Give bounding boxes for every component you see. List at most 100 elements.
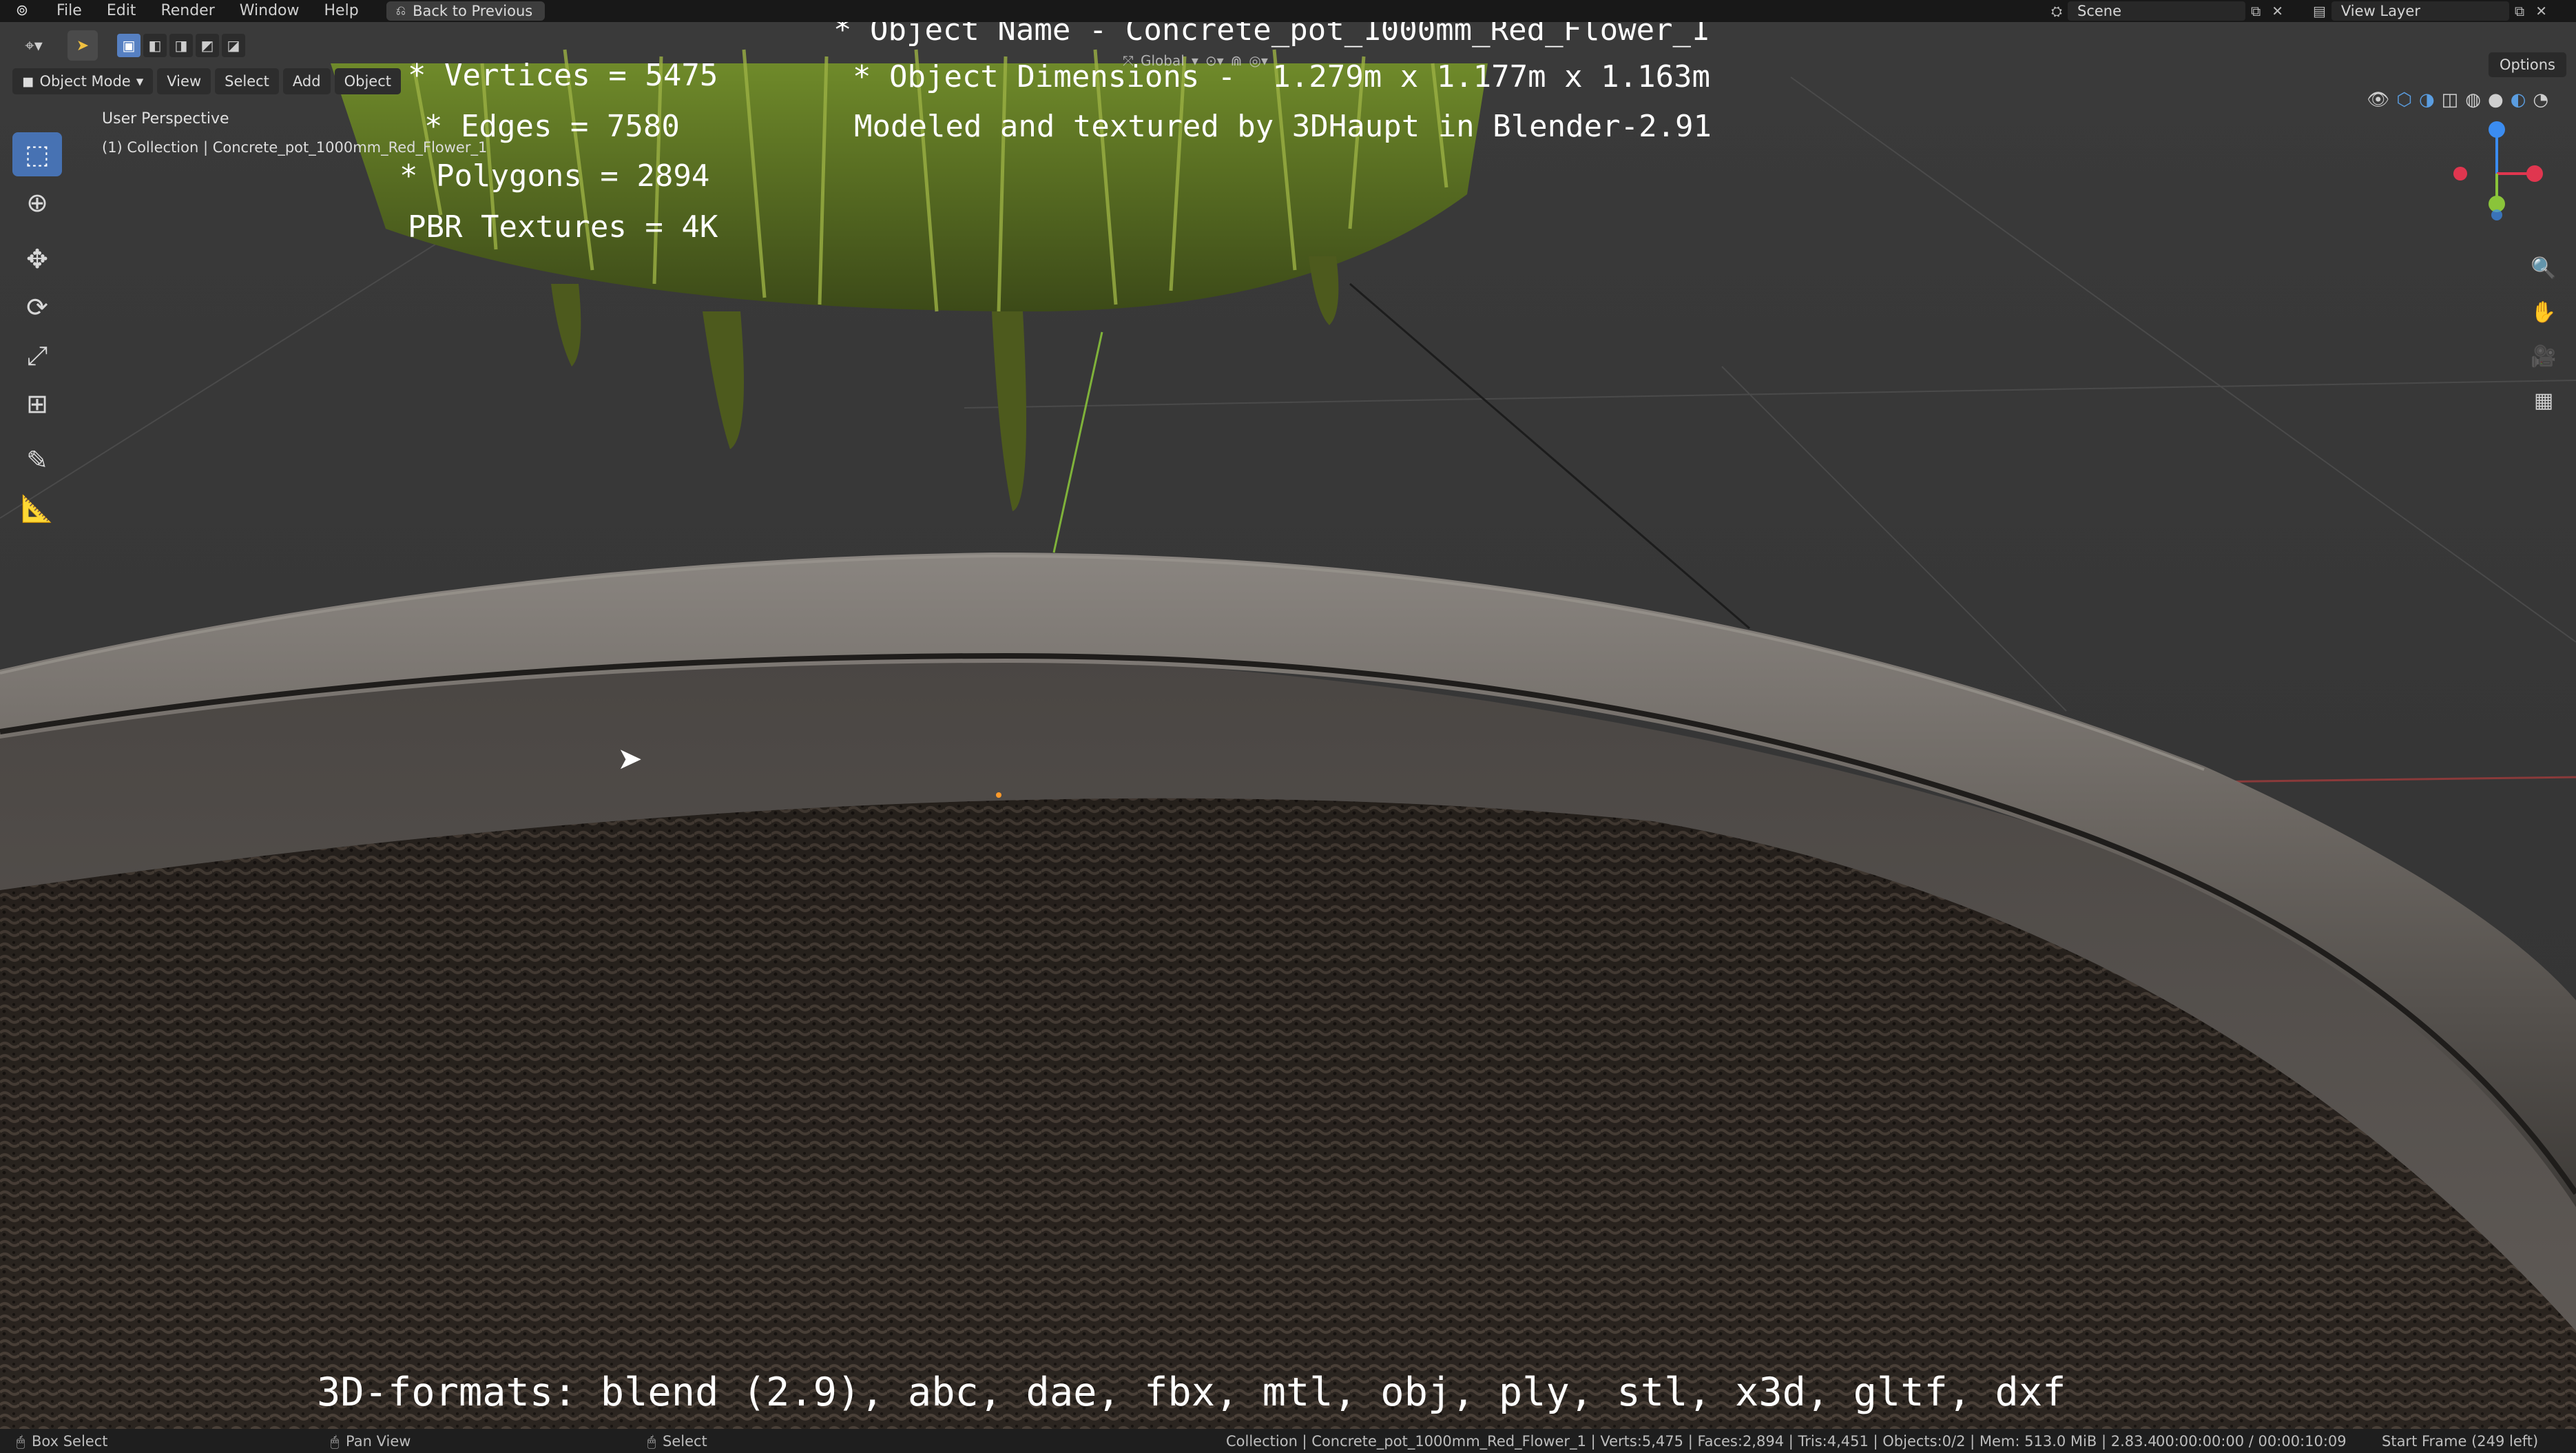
select-box-tool[interactable]: ⬚ [12, 132, 62, 176]
back-icon: ⎌ [395, 3, 406, 18]
pan-hand-icon[interactable]: ✋ [2525, 293, 2562, 331]
menu-edit[interactable]: Edit [94, 0, 149, 22]
mode-dropdown[interactable]: ◼ Object Mode ▾ [12, 68, 154, 94]
navigation-gizmo[interactable] [2438, 112, 2555, 229]
mouse-cursor-icon: ➤ [617, 741, 643, 776]
measure-tool[interactable]: 📐 [12, 486, 62, 530]
navigation-controls: 🔍 ✋ 🎥 ▦ [2525, 249, 2562, 419]
move-icon: ✥ [26, 244, 48, 274]
delete-view-layer-icon[interactable]: ✕ [2535, 3, 2547, 19]
status-bar: 🖱 Box Select 🖱 Pan View 🖱 Select Collect… [0, 1429, 2576, 1453]
proportional-edit-icon[interactable]: ◎▾ [1249, 52, 1268, 69]
snap-icon[interactable]: ⋒ [1231, 52, 1243, 69]
options-dropdown[interactable]: Options [2488, 52, 2566, 77]
measure-icon: 📐 [21, 493, 54, 524]
view-collection-label: (1) Collection | Concrete_pot_1000mm_Red… [102, 139, 488, 156]
overlay-credits: Modeled and textured by 3DHaupt in Blend… [854, 109, 1712, 144]
rotate-tool[interactable]: ⟳ [12, 285, 62, 329]
scale-icon: ⤢ [26, 340, 48, 371]
solid-shading-icon[interactable]: ● [2488, 90, 2504, 110]
scene-selector[interactable]: ⛭ Scene ⧉ ✕ [2046, 1, 2289, 21]
status-middle: 🖱 Pan View [331, 1433, 411, 1450]
transform-orientation-dropdown[interactable]: ⤧ Global ▾ ⊙▾ ⋒ ◎▾ [1123, 52, 1268, 69]
menu-file[interactable]: File [44, 0, 94, 22]
back-to-previous-label: Back to Previous [413, 3, 533, 19]
view-layer-icon: ▤ [2313, 3, 2326, 19]
xray-icon[interactable]: ◫ [2442, 90, 2459, 110]
wireframe-shading-icon[interactable]: ◍ [2465, 90, 2481, 110]
status-left: 🖱 Box Select [17, 1433, 108, 1450]
status-frame: Start Frame (249 left) [2382, 1433, 2539, 1450]
top-menu-bar: ⊚ File Edit Render Window Help ⎌ Back to… [0, 0, 2576, 22]
status-box-select: Box Select [32, 1433, 108, 1450]
menu-render[interactable]: Render [148, 0, 227, 22]
orientation-label: Global [1141, 52, 1185, 69]
status-select: Select [663, 1433, 707, 1450]
menu-view[interactable]: View [157, 68, 211, 94]
move-tool[interactable]: ✥ [12, 237, 62, 281]
cursor-tool[interactable]: ⊕ [12, 181, 62, 225]
viewport-header: ⌖▾ ➤ ▣ ◧ ◨ ◩ ◪ ◼ Object Mode ▾ View Sele… [0, 22, 2576, 110]
viewport-shading-group: 👁 ⬡ ◑ ◫ ◍ ● ◐ ◔ [2367, 90, 2548, 110]
scene-icon: ⛭ [2051, 3, 2062, 19]
overlay-pbr: PBR Textures = 4K [408, 209, 718, 245]
view-layer-field[interactable]: View Layer [2331, 1, 2509, 21]
select-invert-icon[interactable]: ◩ [196, 34, 219, 57]
select-box-icon: ⬚ [25, 139, 50, 169]
overlay-formats: 3D-formats: blend (2.9), abc, dae, fbx, … [317, 1370, 2066, 1415]
view-layer-selector[interactable]: ▤ View Layer ⧉ ✕ [2307, 1, 2553, 21]
orientation-icon: ⤧ [1123, 52, 1134, 69]
select-intersect-icon[interactable]: ◪ [222, 34, 245, 57]
menu-select[interactable]: Select [215, 68, 279, 94]
tool-shelf: ⬚ ⊕ ✥ ⟳ ⤢ ⊞ ✎ 📐 [12, 132, 62, 530]
editor-type-icon: ⌖▾ [25, 36, 43, 55]
status-pan-view: Pan View [346, 1433, 411, 1450]
menu-object[interactable]: Object [334, 68, 401, 94]
delete-scene-icon[interactable]: ✕ [2272, 3, 2283, 19]
chevron-down-icon: ▾ [136, 73, 144, 90]
rotate-icon: ⟳ [26, 292, 48, 322]
transform-icon: ⊞ [26, 389, 48, 419]
status-right: 🖱 Select [647, 1433, 707, 1450]
scene-field[interactable]: Scene [2068, 1, 2245, 21]
editor-type-dropdown[interactable]: ⌖▾ [10, 30, 58, 61]
annotate-tool[interactable]: ✎ [12, 438, 62, 482]
cursor-icon: ⊕ [26, 187, 48, 218]
pivot-icon[interactable]: ⊙▾ [1205, 52, 1224, 69]
select-new-icon[interactable]: ▣ [117, 34, 141, 57]
new-view-layer-icon[interactable]: ⧉ [2515, 3, 2524, 19]
rendered-shading-icon[interactable]: ◔ [2533, 90, 2548, 110]
mouse-left-icon: 🖱 [17, 1433, 25, 1450]
3d-viewport[interactable]: * Vertices = 5475 * Edges = 7580 * Polyg… [0, 22, 2576, 1429]
status-time: 00:00:00:00 / 00:00:10:09 [2156, 1433, 2347, 1450]
object-mode-icon: ◼ [22, 73, 34, 90]
visibility-icon[interactable]: 👁 [2367, 90, 2389, 110]
menu-add[interactable]: Add [282, 68, 331, 94]
active-tool-button[interactable]: ➤ [67, 30, 98, 61]
mouse-right-icon: 🖱 [647, 1433, 656, 1450]
gizmo-toggle-icon[interactable]: ⬡ [2396, 90, 2412, 110]
mouse-middle-icon: 🖱 [331, 1433, 339, 1450]
annotate-icon: ✎ [26, 445, 48, 475]
overlay-toggle-icon[interactable]: ◑ [2419, 90, 2435, 110]
camera-icon[interactable]: 🎥 [2525, 338, 2562, 375]
menu-help[interactable]: Help [312, 0, 371, 22]
material-preview-icon[interactable]: ◐ [2511, 90, 2526, 110]
transform-tool[interactable]: ⊞ [12, 382, 62, 426]
view-perspective-label: User Perspective [102, 110, 229, 127]
scene-render [0, 22, 2576, 1429]
menu-window[interactable]: Window [227, 0, 312, 22]
ortho-grid-icon[interactable]: ▦ [2525, 382, 2562, 419]
overlay-polygons: * Polygons = 2894 [399, 158, 710, 194]
zoom-icon[interactable]: 🔍 [2525, 249, 2562, 287]
selection-mode-group: ▣ ◧ ◨ ◩ ◪ [117, 34, 245, 57]
mode-label: Object Mode [39, 73, 131, 90]
select-extend-icon[interactable]: ◧ [143, 34, 167, 57]
chevron-down-icon: ▾ [1191, 52, 1198, 69]
status-stats: Collection | Concrete_pot_1000mm_Red_Flo… [1226, 1433, 2157, 1450]
back-to-previous-button[interactable]: ⎌ Back to Previous [386, 1, 546, 21]
new-scene-icon[interactable]: ⧉ [2251, 3, 2261, 19]
scale-tool[interactable]: ⤢ [12, 333, 62, 378]
select-subtract-icon[interactable]: ◨ [169, 34, 193, 57]
blender-logo-icon[interactable]: ⊚ [14, 3, 30, 19]
